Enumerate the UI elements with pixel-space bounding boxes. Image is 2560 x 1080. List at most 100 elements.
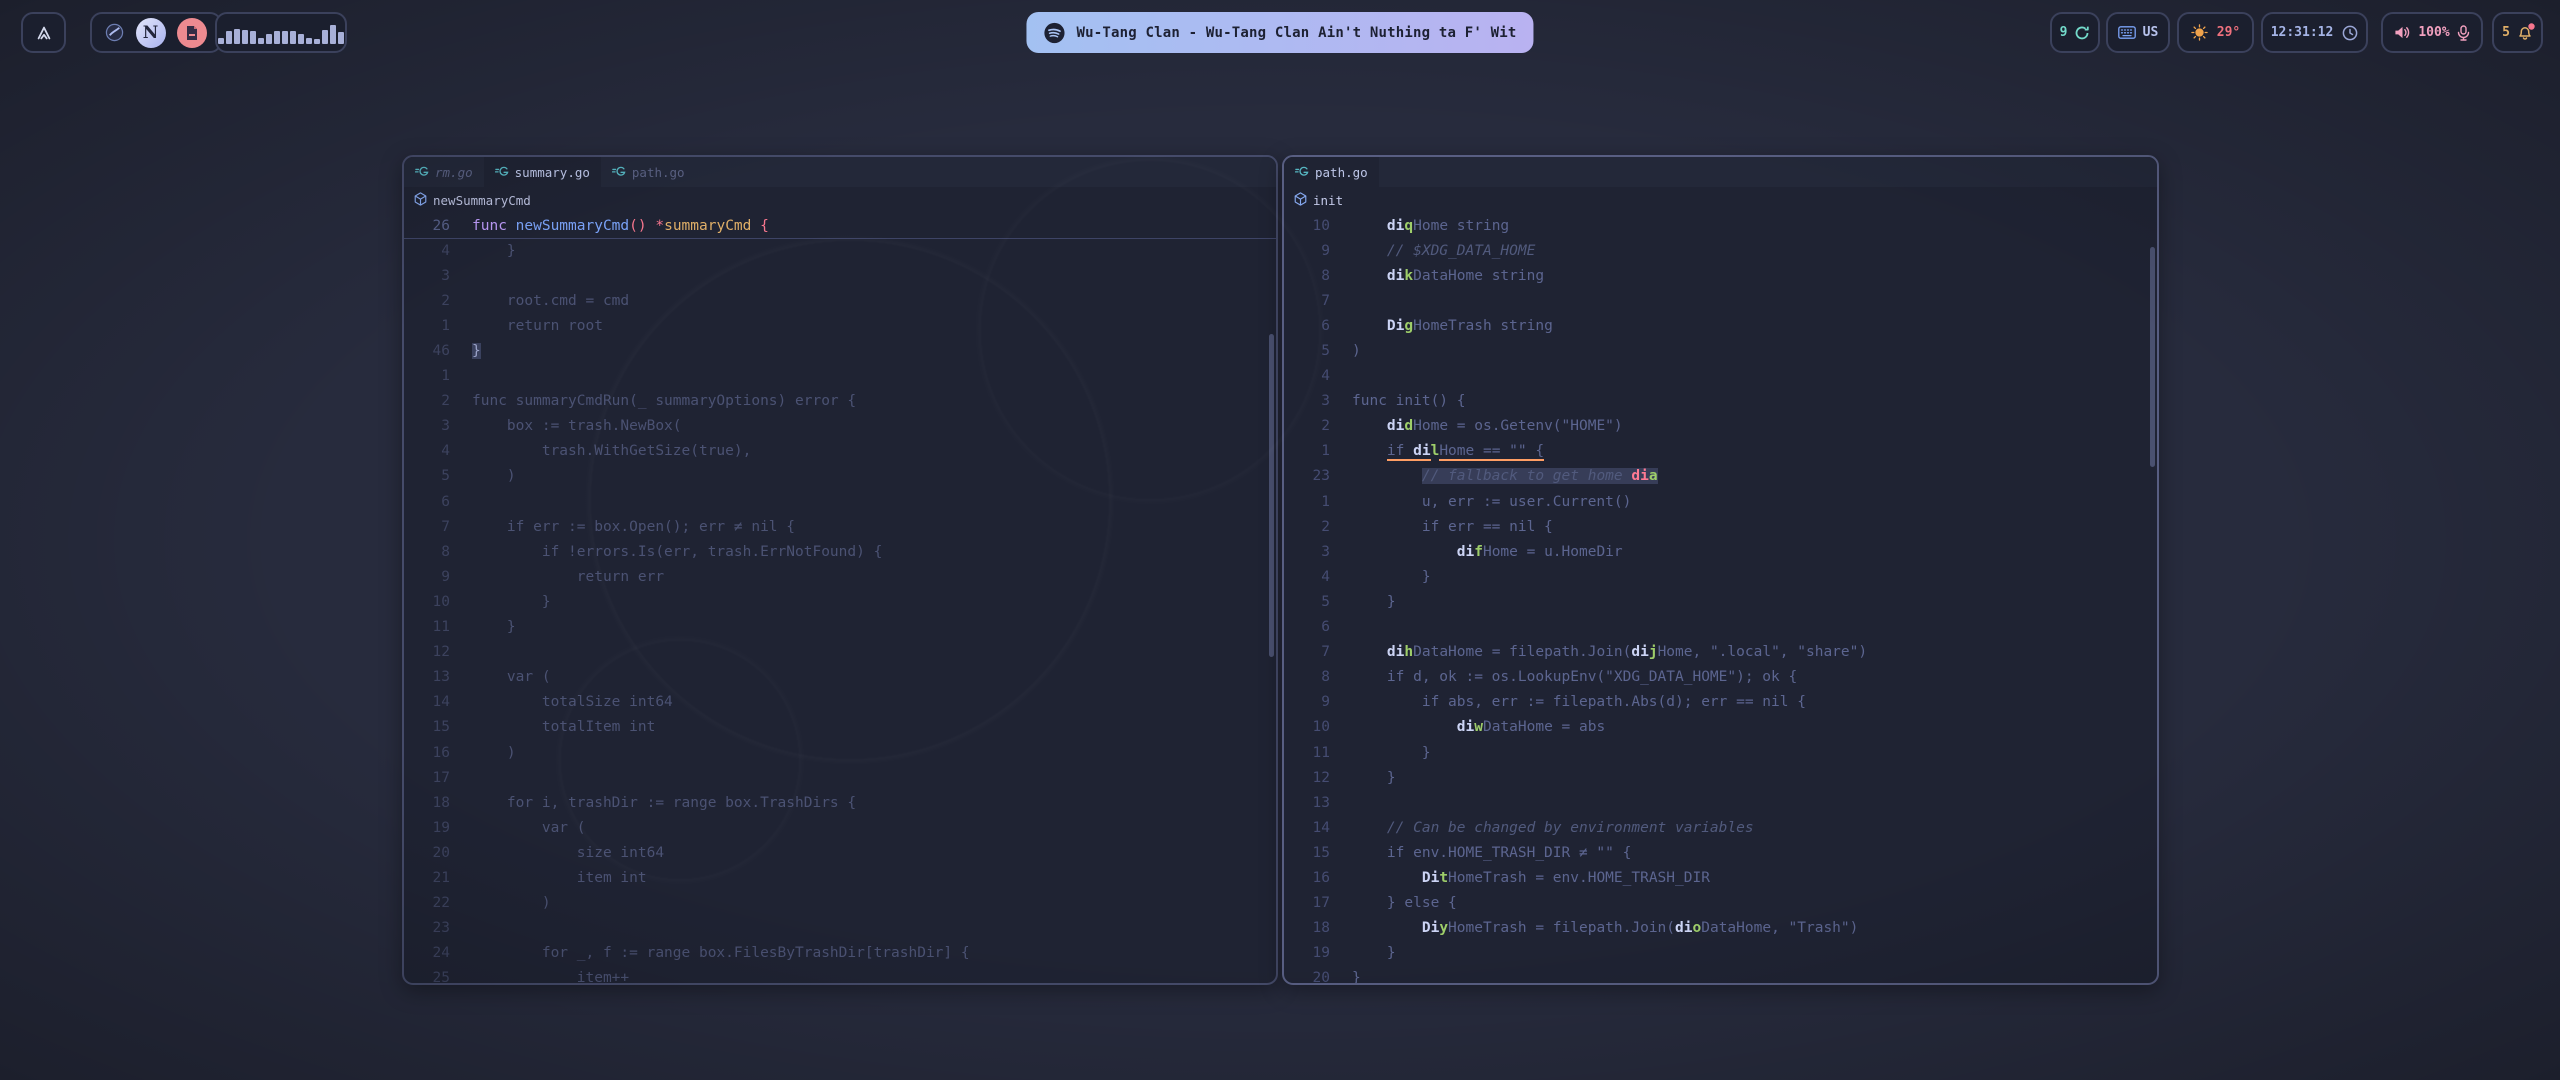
code-line[interactable]: 12 } (1284, 765, 2157, 790)
code-area[interactable]: 10 diqHome string 9 // $XDG_DATA_HOME 8 … (1284, 213, 2157, 985)
code-line[interactable]: 10 diwDataHome = abs (1284, 715, 2157, 740)
editor-window-right[interactable]: path.go init 10 diqHome string 9 // $XDG… (1282, 155, 2159, 985)
editor-tab[interactable]: rm.go (404, 157, 484, 187)
line-number: 14 (1284, 820, 1330, 836)
code-text: var ( (450, 820, 586, 836)
code-line[interactable]: 3 box := trash.NewBox( (404, 414, 1276, 439)
code-line[interactable]: 15 if env.HOME_TRASH_DIR ≠ "" { (1284, 840, 2157, 865)
code-line[interactable]: 3 (404, 263, 1276, 288)
clock-time: 12:31:12 (2271, 25, 2334, 40)
code-line[interactable]: 16 DitHomeTrash = env.HOME_TRASH_DIR (1284, 865, 2157, 890)
code-text: // $XDG_DATA_HOME (1330, 243, 1535, 259)
editor-window-left[interactable]: rm.go summary.go path.go (402, 155, 1278, 985)
code-line[interactable]: 21 item int (404, 865, 1276, 890)
code-line[interactable]: 3 func init() { (1284, 389, 2157, 414)
code-area[interactable]: 26 func newSummaryCmd() *summaryCmd { 4 … (404, 213, 1276, 985)
editor-tab[interactable]: summary.go (484, 157, 601, 187)
line-number: 5 (404, 468, 450, 484)
updates-count: 9 (2060, 25, 2068, 40)
now-playing-widget[interactable]: Wu-Tang Clan - Wu-Tang Clan Ain't Nuthin… (1026, 12, 1533, 53)
code-text: } (1330, 970, 1361, 985)
code-line[interactable]: 6 (1284, 615, 2157, 640)
code-line[interactable]: 11 } (404, 615, 1276, 640)
line-number: 13 (1284, 795, 1330, 811)
code-line[interactable]: 19 } (1284, 941, 2157, 966)
code-line[interactable]: 11 } (1284, 740, 2157, 765)
code-line[interactable]: 24 for _, f := range box.FilesByTrashDir… (404, 941, 1276, 966)
code-line[interactable]: 19 var ( (404, 815, 1276, 840)
code-line[interactable]: 9 if abs, err := filepath.Abs(d); err ==… (1284, 690, 2157, 715)
code-line[interactable]: 14 totalSize int64 (404, 690, 1276, 715)
code-line[interactable]: 2 root.cmd = cmd (404, 288, 1276, 313)
code-line[interactable]: 23 (404, 916, 1276, 941)
code-line[interactable]: 20 size int64 (404, 840, 1276, 865)
code-line[interactable]: 26 func newSummaryCmd() *summaryCmd { (404, 213, 1276, 238)
volume-widget[interactable]: 100% (2381, 12, 2483, 53)
line-number: 24 (404, 945, 450, 961)
notifications-widget[interactable]: 5 (2492, 12, 2543, 53)
keyboard-layout-widget[interactable]: US (2106, 12, 2170, 53)
code-line[interactable]: 3 difHome = u.HomeDir (1284, 539, 2157, 564)
code-line[interactable]: 9 // $XDG_DATA_HOME (1284, 238, 2157, 263)
code-line[interactable]: 18 DiyHomeTrash = filepath.Join(dioDataH… (1284, 916, 2157, 941)
code-line[interactable]: 25 item++ (404, 966, 1276, 985)
code-line[interactable]: 7 if err := box.Open(); err ≠ nil { (404, 514, 1276, 539)
code-line[interactable]: 15 totalItem int (404, 715, 1276, 740)
code-line[interactable]: 1 (404, 364, 1276, 389)
weather-widget[interactable]: 29° (2177, 12, 2254, 53)
tab-label: rm.go (435, 165, 473, 180)
code-text: diqHome string (1330, 218, 1509, 234)
code-line[interactable]: 6 DigHomeTrash string (1284, 313, 2157, 338)
code-line[interactable]: 5 ) (404, 464, 1276, 489)
clock-widget[interactable]: 12:31:12 (2261, 12, 2368, 53)
code-line[interactable]: 10 diqHome string (1284, 213, 2157, 238)
code-line[interactable]: 13 (1284, 790, 2157, 815)
code-line[interactable]: 1 if dilHome == "" { (1284, 439, 2157, 464)
code-line[interactable]: 46 } (404, 338, 1276, 363)
code-line[interactable]: 20 } (1284, 966, 2157, 985)
sun-icon (2191, 24, 2208, 41)
code-line[interactable]: 1 return root (404, 313, 1276, 338)
code-line[interactable]: 12 (404, 640, 1276, 665)
line-number: 7 (404, 519, 450, 535)
code-line[interactable]: 7 dihDataHome = filepath.Join(dijHome, "… (1284, 640, 2157, 665)
code-line[interactable]: 2 if err == nil { (1284, 514, 2157, 539)
code-line[interactable]: 4 } (404, 238, 1276, 263)
code-text: } (450, 619, 516, 635)
editor-tab[interactable]: path.go (1284, 157, 1379, 187)
code-line[interactable]: 22 ) (404, 891, 1276, 916)
code-line[interactable]: 18 for i, trashDir := range box.TrashDir… (404, 790, 1276, 815)
code-line[interactable]: 2 func summaryCmdRun(_ summaryOptions) e… (404, 389, 1276, 414)
code-line[interactable]: 8 if !errors.Is(err, trash.ErrNotFound) … (404, 539, 1276, 564)
code-line[interactable]: 14 // Can be changed by environment vari… (1284, 815, 2157, 840)
editor-tab[interactable]: path.go (601, 157, 696, 187)
code-line[interactable]: 5 ) (1284, 338, 2157, 363)
code-line[interactable]: 17 (404, 765, 1276, 790)
code-line[interactable]: 8 dikDataHome string (1284, 263, 2157, 288)
code-line[interactable]: 17 } else { (1284, 891, 2157, 916)
code-line[interactable]: 6 (404, 489, 1276, 514)
code-line[interactable]: 5 } (1284, 589, 2157, 614)
line-number: 9 (1284, 243, 1330, 259)
line-number: 4 (404, 443, 450, 459)
scrollbar[interactable] (1269, 334, 1274, 657)
code-line[interactable]: 8 if d, ok := os.LookupEnv("XDG_DATA_HOM… (1284, 665, 2157, 690)
code-line[interactable]: 2 didHome = os.Getenv("HOME") (1284, 414, 2157, 439)
code-line[interactable]: 10 } (404, 589, 1276, 614)
code-line[interactable]: 1 u, err := user.Current() (1284, 489, 2157, 514)
code-line[interactable]: 13 var ( (404, 665, 1276, 690)
code-line[interactable]: 9 return err (404, 564, 1276, 589)
updates-widget[interactable]: 9 (2050, 12, 2100, 53)
app-icons-widget[interactable]: N (90, 12, 222, 53)
code-line[interactable]: 4 (1284, 364, 2157, 389)
scrollbar[interactable] (2150, 247, 2155, 467)
code-line[interactable]: 23 // fallback to get home dia (1284, 464, 2157, 489)
code-line[interactable]: 7 (1284, 288, 2157, 313)
code-line[interactable]: 16 ) (404, 740, 1276, 765)
launcher-button[interactable] (21, 12, 66, 53)
audio-visualizer-widget[interactable] (215, 12, 347, 53)
code-line[interactable]: 4 } (1284, 564, 2157, 589)
notifications-count: 5 (2502, 25, 2510, 40)
code-text: if abs, err := filepath.Abs(d); err == n… (1330, 694, 1806, 710)
code-line[interactable]: 4 trash.WithGetSize(true), (404, 439, 1276, 464)
